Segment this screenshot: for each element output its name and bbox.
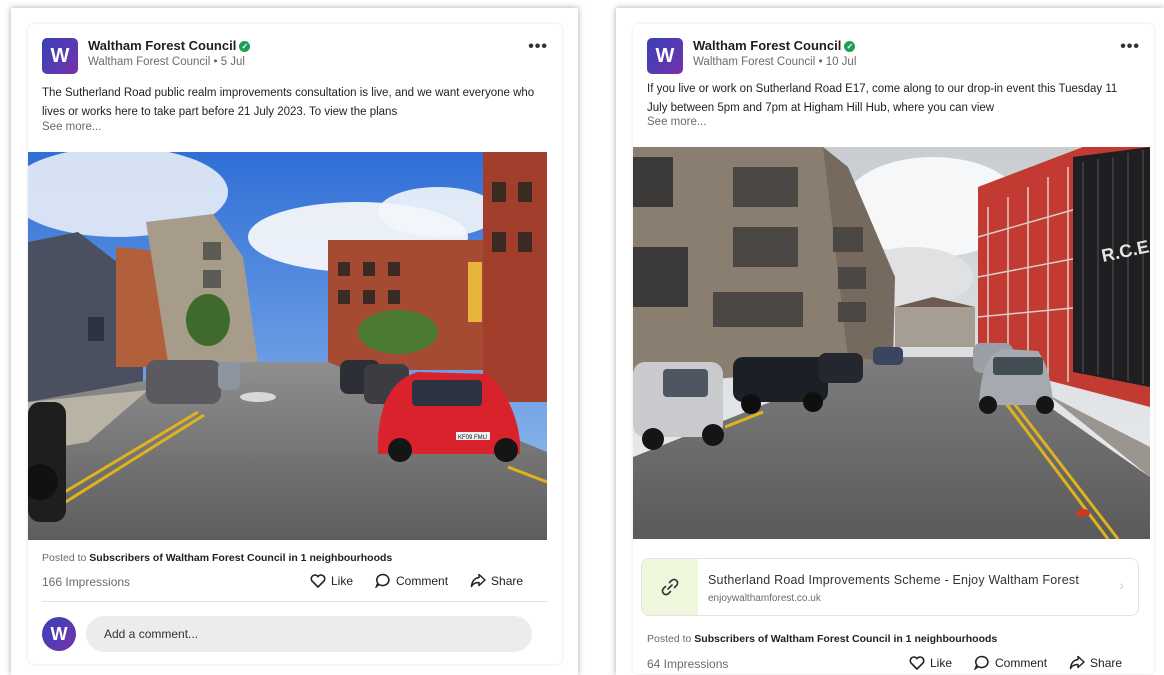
more-options-icon[interactable]: ••• <box>1120 38 1140 56</box>
link-icon <box>642 559 698 615</box>
like-label: Like <box>331 573 354 588</box>
comment-button[interactable]: Comment <box>974 655 1047 670</box>
author-name[interactable]: Waltham Forest Council ✓ <box>88 38 251 53</box>
post-photo[interactable]: KF09 FMU <box>28 152 547 540</box>
link-domain: enjoywalthamforest.co.uk <box>708 593 821 604</box>
impressions-count: 166 Impressions <box>42 575 131 589</box>
posted-target[interactable]: Subscribers of Waltham Forest Council in… <box>89 552 392 564</box>
like-button[interactable]: Like <box>310 574 353 588</box>
comment-icon <box>974 655 989 670</box>
chain-link-icon <box>661 578 679 596</box>
posted-prefix: Posted to <box>42 552 87 564</box>
more-options-icon[interactable]: ••• <box>528 38 548 56</box>
link-preview-card[interactable]: Sutherland Road Improvements Scheme - En… <box>641 558 1139 616</box>
post-header: W Waltham Forest Council ✓ Waltham Forest… <box>42 38 548 78</box>
author-name-text[interactable]: Waltham Forest Council <box>88 38 236 53</box>
chevron-right-icon: › <box>1119 577 1124 593</box>
share-label: Share <box>1090 655 1123 670</box>
impressions-count: 64 Impressions <box>647 657 729 671</box>
verified-icon: ✓ <box>239 41 251 52</box>
number-plate-text: KF09 FMU <box>458 435 487 441</box>
avatar[interactable]: W <box>42 38 78 74</box>
post-actions: Like Comment Share <box>909 655 1122 670</box>
comment-label: Comment <box>396 573 449 588</box>
divider <box>42 601 548 602</box>
heart-icon <box>310 573 326 588</box>
like-label: Like <box>930 655 953 670</box>
post-card: W Waltham Forest Council ✓ Waltham Forest… <box>28 24 562 664</box>
posted-to-line: Posted to Subscribers of Waltham Forest … <box>647 633 997 645</box>
avatar[interactable]: W <box>647 38 683 74</box>
author-name-text[interactable]: Waltham Forest Council <box>693 38 841 53</box>
post-body-text: The Sutherland Road public realm improve… <box>42 87 535 118</box>
comment-label: Comment <box>995 655 1048 670</box>
post-panel-2: W Waltham Forest Council ✓ Waltham Forest… <box>616 8 1164 675</box>
commenter-avatar: W <box>42 617 76 651</box>
post-header: W Waltham Forest Council ✓ Waltham Forest… <box>647 38 1140 78</box>
post-actions: Like Comment Share <box>310 573 523 588</box>
share-label: Share <box>491 573 524 588</box>
share-button[interactable]: Share <box>1069 655 1122 670</box>
post-panel-1: W Waltham Forest Council ✓ Waltham Forest… <box>11 8 578 675</box>
post-body-text: If you live or work on Sutherland Road E… <box>647 83 1118 114</box>
see-more-link[interactable]: See more... <box>42 121 101 133</box>
posted-to-line: Posted to Subscribers of Waltham Forest … <box>42 552 392 564</box>
verified-icon: ✓ <box>844 41 856 52</box>
comment-icon <box>375 573 390 588</box>
like-button[interactable]: Like <box>909 656 952 670</box>
comment-input[interactable]: Add a comment... <box>86 616 532 652</box>
comment-button[interactable]: Comment <box>375 573 448 588</box>
author-name[interactable]: Waltham Forest Council ✓ <box>693 38 856 53</box>
post-card: W Waltham Forest Council ✓ Waltham Forest… <box>633 24 1154 674</box>
heart-icon <box>909 655 925 670</box>
share-button[interactable]: Share <box>470 573 523 588</box>
post-meta: Waltham Forest Council • 10 Jul <box>693 56 857 68</box>
post-meta: Waltham Forest Council • 5 Jul <box>88 56 245 68</box>
post-photo[interactable]: R.C.E. MICS <box>633 147 1150 539</box>
street-photo-icon: R.C.E. MICS <box>633 147 1150 539</box>
see-more-link[interactable]: See more... <box>647 116 706 128</box>
street-photo-icon: KF09 FMU <box>28 152 547 540</box>
posted-prefix: Posted to <box>647 633 692 645</box>
share-icon <box>1069 655 1085 670</box>
posted-target[interactable]: Subscribers of Waltham Forest Council in… <box>694 633 997 645</box>
link-title[interactable]: Sutherland Road Improvements Scheme - En… <box>708 573 1079 587</box>
share-icon <box>470 573 486 588</box>
